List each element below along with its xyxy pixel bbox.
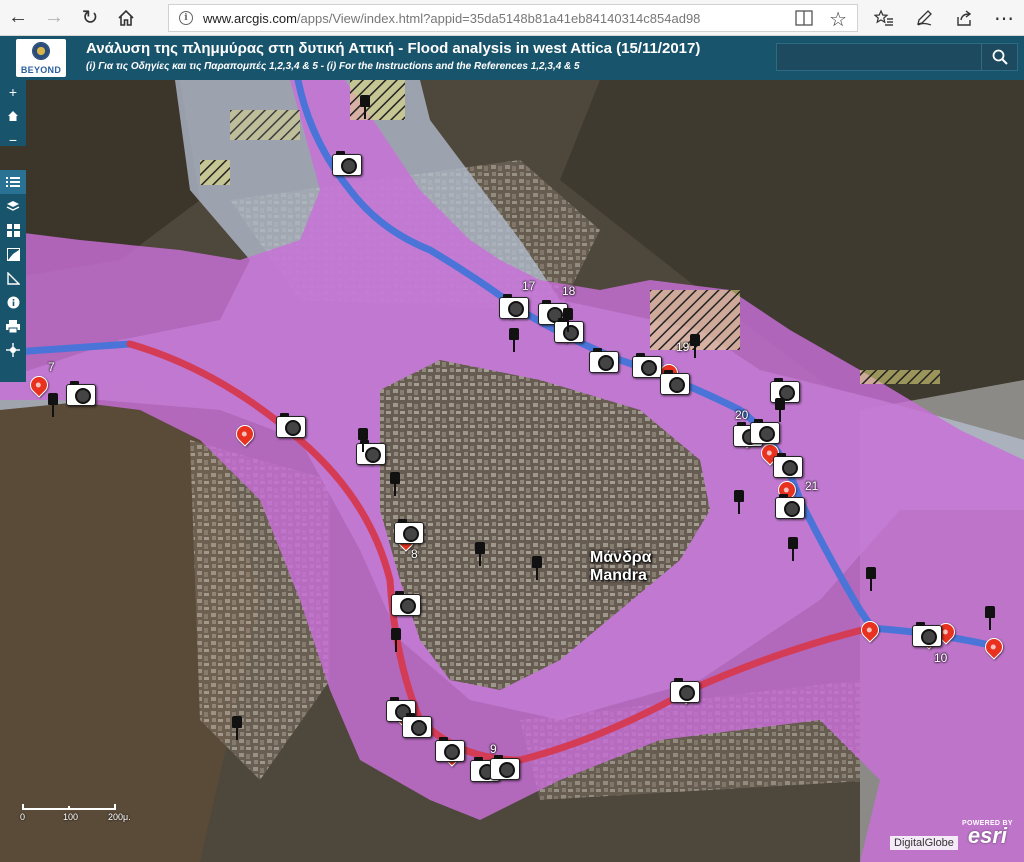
red-pin-icon[interactable]: [232, 421, 258, 447]
camera-icon[interactable]: [632, 353, 662, 378]
favorites-list-icon[interactable]: [864, 0, 904, 36]
more-icon[interactable]: ⋯: [984, 0, 1024, 36]
black-pushpin-icon[interactable]: [866, 567, 876, 591]
pen-icon[interactable]: [904, 0, 944, 36]
scale-label: 200μ.: [108, 812, 131, 822]
site-number-label: 20: [735, 408, 749, 422]
zoom-toolbar: + −: [0, 80, 26, 148]
home-icon[interactable]: [108, 0, 144, 36]
red-pin-icon[interactable]: [857, 617, 883, 643]
reader-view-icon[interactable]: [795, 10, 813, 29]
share-icon[interactable]: [944, 0, 984, 36]
site-number-label: 19: [676, 340, 690, 354]
app-title: Ανάλυση της πλημμύρας στη δυτική Αττική …: [86, 40, 701, 57]
black-pushpin-icon[interactable]: [475, 542, 485, 566]
measure-icon[interactable]: [0, 266, 26, 290]
red-pin-icon[interactable]: [26, 372, 52, 398]
camera-icon[interactable]: [660, 370, 690, 395]
camera-icon[interactable]: [66, 381, 96, 406]
camera-icon[interactable]: [402, 713, 432, 738]
esri-wordmark: esri: [967, 823, 1007, 848]
print-icon[interactable]: [0, 314, 26, 338]
camera-icon[interactable]: [750, 419, 780, 444]
browser-toolbar: ← → ↻ i www.arcgis.com/apps/View/index.h…: [0, 0, 1024, 36]
locate-icon[interactable]: [0, 338, 26, 362]
black-pushpin-icon[interactable]: [509, 328, 519, 352]
search-button[interactable]: [982, 43, 1018, 71]
site-number-label: 9: [490, 742, 497, 756]
info-icon[interactable]: i: [179, 11, 193, 25]
site-number-label: 18: [562, 284, 576, 298]
site-number-label: 17: [522, 279, 536, 293]
site-number-label: 7: [48, 360, 55, 374]
url-host: www.arcgis.com: [203, 10, 297, 26]
camera-icon[interactable]: [394, 519, 424, 544]
back-icon[interactable]: ←: [0, 0, 36, 36]
layers-icon[interactable]: [0, 194, 26, 218]
map-attribution: DigitalGlobe: [890, 836, 958, 850]
basemap-gallery-icon[interactable]: [0, 218, 26, 242]
overview-map-icon[interactable]: [0, 242, 26, 266]
search-input[interactable]: [776, 43, 982, 71]
black-pushpin-icon[interactable]: [985, 606, 995, 630]
place-label-mandra: Μάνδρα Mandra: [590, 549, 652, 585]
camera-icon[interactable]: [912, 622, 942, 647]
black-pushpin-icon[interactable]: [775, 398, 785, 422]
refresh-icon[interactable]: ↻: [72, 0, 108, 36]
camera-icon[interactable]: [499, 294, 529, 319]
scale-label: 100: [63, 812, 79, 822]
camera-icon[interactable]: [775, 494, 805, 519]
camera-icon[interactable]: [391, 591, 421, 616]
black-pushpin-icon[interactable]: [360, 95, 370, 119]
black-pushpin-icon[interactable]: [391, 628, 401, 652]
red-pin-icon[interactable]: [981, 634, 1007, 660]
black-pushpin-icon[interactable]: [358, 428, 368, 452]
zoom-in-icon[interactable]: +: [0, 80, 26, 104]
home-icon[interactable]: [0, 104, 26, 128]
hatched-area: [200, 160, 230, 185]
logo-emblem-icon: [32, 42, 50, 60]
black-pushpin-icon[interactable]: [788, 537, 798, 561]
favorite-star-icon[interactable]: ☆: [829, 7, 847, 32]
url-path: /apps/View/index.html?appid=35da5148b81a…: [296, 10, 701, 26]
forward-icon[interactable]: →: [36, 0, 72, 36]
place-label-greek: Μάνδρα: [590, 549, 652, 566]
hatched-area: [230, 110, 300, 140]
zoom-out-icon[interactable]: −: [0, 128, 26, 152]
camera-icon[interactable]: [773, 453, 803, 478]
map-canvas[interactable]: [0, 80, 1024, 862]
about-icon[interactable]: [0, 290, 26, 314]
tools-toolbar: [0, 170, 26, 382]
camera-icon[interactable]: [490, 755, 520, 780]
black-pushpin-icon[interactable]: [390, 472, 400, 496]
camera-icon[interactable]: [435, 737, 465, 762]
site-number-label: 8: [411, 547, 418, 561]
site-number-label: 21: [805, 479, 819, 493]
black-pushpin-icon[interactable]: [563, 308, 573, 332]
site-number-label: 10: [934, 651, 948, 665]
black-pushpin-icon[interactable]: [232, 716, 242, 740]
camera-icon[interactable]: [332, 151, 362, 176]
legend-list-icon[interactable]: [0, 170, 26, 194]
black-pushpin-icon[interactable]: [690, 334, 700, 358]
hatched-area: [350, 80, 405, 120]
search-icon: [992, 49, 1008, 65]
address-bar[interactable]: i www.arcgis.com/apps/View/index.html?ap…: [168, 4, 858, 32]
map-view[interactable]: Μάνδρα Mandra: [0, 80, 1024, 862]
esri-logo[interactable]: POWERED BY esri: [962, 820, 1013, 849]
black-pushpin-icon[interactable]: [48, 393, 58, 417]
app-subtitle-link[interactable]: (i) Για τις Οδηγίες και τις Παραπομπές 1…: [86, 61, 580, 72]
hatched-area: [860, 370, 940, 384]
place-label-latin: Mandra: [590, 567, 647, 584]
camera-icon[interactable]: [670, 678, 700, 703]
scale-label: 0: [20, 812, 26, 822]
beyond-logo: BEYOND: [16, 39, 66, 77]
black-pushpin-icon[interactable]: [532, 556, 542, 580]
camera-icon[interactable]: [276, 413, 306, 438]
black-pushpin-icon[interactable]: [734, 490, 744, 514]
logo-text: BEYOND: [20, 65, 62, 75]
scale-bar: 0 100 200μ.: [18, 800, 138, 826]
camera-icon[interactable]: [589, 348, 619, 373]
